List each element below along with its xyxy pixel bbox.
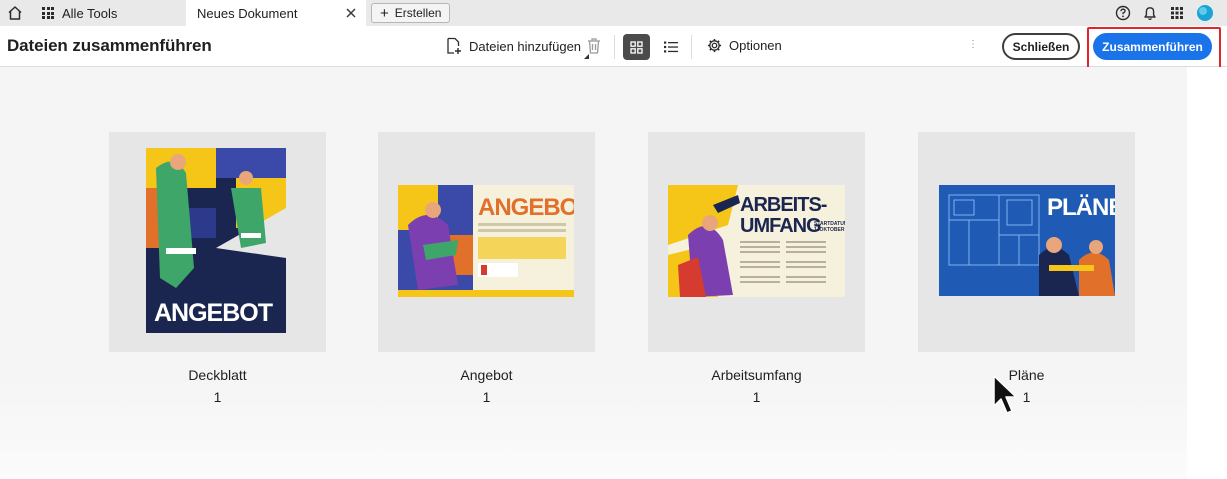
file-name: Arbeitsumfang	[711, 367, 802, 383]
mouse-pointer-icon	[993, 375, 1017, 414]
tab-all-tools[interactable]: Alle Tools	[32, 0, 182, 26]
file-thumbnail: ANGEBOT	[146, 148, 286, 333]
file-page-count: 1	[213, 389, 222, 405]
file-thumbnail: PLÄNE	[939, 185, 1115, 296]
avatar[interactable]	[1196, 4, 1214, 22]
tab-all-tools-label: Alle Tools	[62, 5, 118, 21]
file-page-count: 1	[1022, 389, 1031, 405]
file-card-angebot[interactable]: ANGEBOT	[378, 132, 595, 352]
file-name: Deckblatt	[188, 367, 247, 383]
file-thumbnail: ANGEBOT	[398, 185, 574, 297]
add-files-button[interactable]: Dateien hinzufügen	[446, 37, 590, 59]
thumb-title: ANGEBOT	[478, 194, 574, 221]
close-button[interactable]: Schließen	[1002, 33, 1080, 60]
thumb-title: PLÄNE	[1047, 194, 1115, 221]
options-button[interactable]: Optionen	[707, 38, 782, 53]
create-label: Erstellen	[394, 6, 442, 20]
plus-icon: +	[380, 4, 389, 22]
file-name: Pläne	[1008, 367, 1045, 383]
svg-text:1. OKTOBER: 1. OKTOBER	[814, 227, 845, 233]
file-thumbnail: ARBEITS- UMFANG STARTDATUM: 1. OKTOBER	[668, 185, 845, 297]
list-view-icon	[664, 41, 678, 53]
home-icon[interactable]	[6, 4, 24, 22]
gear-icon	[707, 38, 722, 53]
file-card-deckblatt[interactable]: ANGEBOT	[109, 132, 326, 352]
tab-new-document[interactable]: Neues Dokument	[186, 0, 366, 26]
list-view-button[interactable]	[659, 34, 683, 60]
thumb-title: ANGEBOT	[154, 299, 273, 327]
options-label: Optionen	[729, 38, 782, 53]
file-card-arbeitsumfang[interactable]: ARBEITS- UMFANG STARTDATUM: 1. OKTOBER	[648, 132, 865, 352]
apps-grid-icon	[42, 7, 54, 19]
file-card-plaene[interactable]: PLÄNE	[918, 132, 1135, 352]
help-icon[interactable]	[1115, 4, 1131, 22]
svg-text:ARBEITS-: ARBEITS-	[740, 194, 827, 216]
tab-bar: Alle Tools Neues Dokument + Erstellen	[0, 0, 1227, 26]
trash-icon[interactable]	[586, 37, 602, 55]
grid-view-button[interactable]	[623, 34, 650, 60]
close-tab-icon[interactable]	[344, 6, 358, 20]
create-button[interactable]: + Erstellen	[371, 3, 451, 23]
add-file-icon	[447, 37, 461, 54]
grid-view-icon	[630, 40, 643, 54]
page-title: Dateien zusammenführen	[7, 36, 212, 55]
file-page-count: 1	[482, 389, 491, 405]
file-page-count: 1	[752, 389, 761, 405]
svg-text:UMFANG: UMFANG	[740, 215, 821, 237]
file-name: Angebot	[460, 367, 513, 383]
bell-icon[interactable]	[1142, 4, 1158, 22]
scrollbar-track[interactable]	[1187, 67, 1227, 479]
more-dots-icon[interactable]: ⋮	[968, 40, 978, 50]
toolbar-divider	[691, 35, 692, 59]
add-files-label: Dateien hinzufügen	[469, 38, 582, 54]
apps-icon[interactable]	[1170, 4, 1184, 22]
toolbar: Dateien zusammenführen Dateien hinzufüge…	[0, 26, 1227, 67]
toolbar-divider	[614, 35, 615, 59]
tab-new-document-label: Neues Dokument	[197, 5, 298, 21]
